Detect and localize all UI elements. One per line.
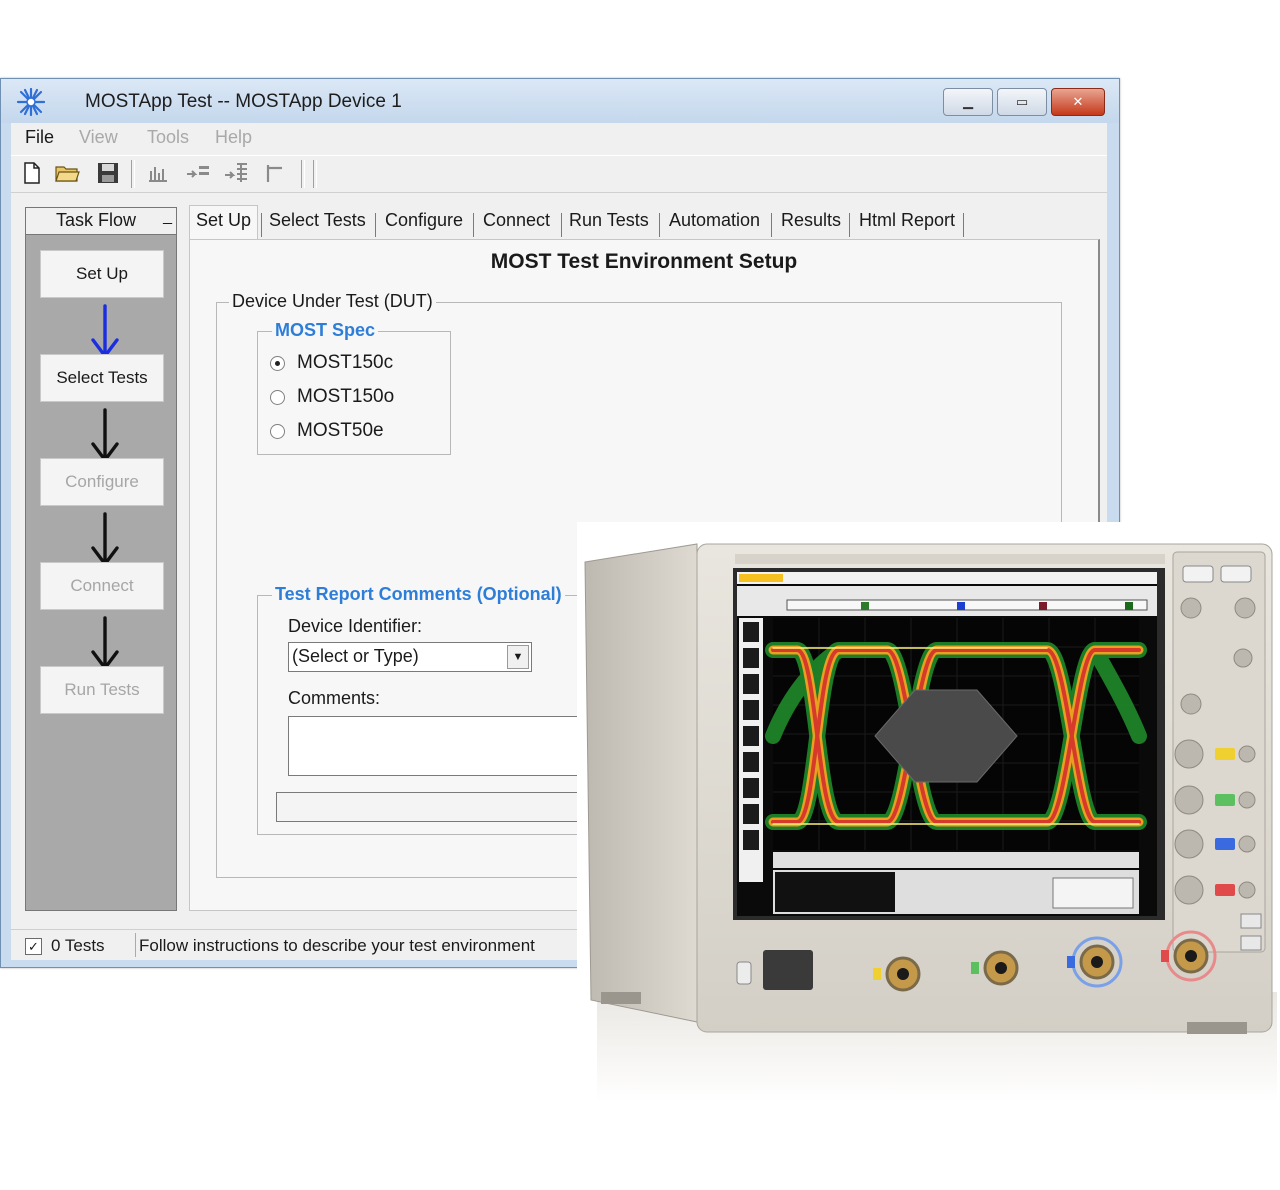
- menu-tools[interactable]: Tools: [147, 127, 189, 148]
- radio-most150o[interactable]: MOST150o: [270, 386, 394, 408]
- tab-separator: [963, 213, 964, 237]
- marker-icon[interactable]: [263, 160, 289, 186]
- tab-separator: [561, 213, 562, 237]
- taskflow-step-connect[interactable]: Connect: [40, 562, 164, 610]
- tab-separator: [261, 213, 262, 237]
- device-identifier-combo[interactable]: (Select or Type) ▼: [288, 642, 532, 672]
- maximize-button[interactable]: ▭: [997, 88, 1047, 116]
- menu-view[interactable]: View: [79, 127, 118, 148]
- menu-file[interactable]: File: [25, 127, 54, 148]
- tab-set-up[interactable]: Set Up: [189, 205, 259, 242]
- tab-run-tests[interactable]: Run Tests: [569, 210, 649, 240]
- combo-value: (Select or Type): [292, 646, 419, 666]
- taskflow-step-label: Set Up: [76, 264, 128, 283]
- step-list-icon[interactable]: [223, 160, 249, 186]
- status-message: Follow instructions to describe your tes…: [139, 936, 535, 955]
- menu-help[interactable]: Help: [215, 127, 252, 148]
- radio-unselected-icon: [270, 389, 285, 405]
- step-in-icon[interactable]: [185, 160, 211, 186]
- oscilloscope-photo: [577, 522, 1280, 1102]
- pin-icon[interactable]: _: [163, 208, 172, 226]
- close-button[interactable]: ✕: [1051, 88, 1105, 116]
- taskflow-step-label: Run Tests: [64, 680, 140, 699]
- radio-most50e[interactable]: MOST50e: [270, 420, 384, 442]
- menu-bar: File View Tools Help: [11, 123, 1107, 153]
- toolbar-separator: [313, 160, 317, 188]
- window-title: MOSTApp Test -- MOSTApp Device 1: [85, 91, 402, 112]
- taskflow-step-configure[interactable]: Configure: [40, 458, 164, 506]
- checkmark-icon: ✓: [28, 938, 39, 954]
- tab-results[interactable]: Results: [781, 210, 841, 240]
- toolbar-separator: [301, 160, 305, 188]
- chart-icon[interactable]: [145, 160, 171, 186]
- tab-separator: [659, 213, 660, 237]
- radio-label: MOST150c: [297, 352, 394, 373]
- save-icon[interactable]: [95, 160, 121, 186]
- radio-selected-icon: [270, 355, 285, 371]
- taskflow-step-setup[interactable]: Set Up: [40, 250, 164, 298]
- task-flow-title: Task Flow: [56, 210, 137, 230]
- taskflow-step-label: Connect: [70, 576, 134, 595]
- radio-label: MOST50e: [297, 420, 384, 441]
- open-folder-icon[interactable]: [55, 160, 81, 186]
- taskflow-step-label: Configure: [65, 472, 139, 491]
- device-identifier-label: Device Identifier:: [288, 616, 423, 636]
- comments-label: Comments:: [288, 688, 381, 708]
- agilent-spark-icon: [16, 87, 46, 117]
- status-separator: [135, 933, 136, 957]
- most-spec-group: MOST Spec MOST150c MOST150o MOST50e: [257, 320, 451, 455]
- task-flow-panel: Task Flow _ Set Up Select Tests Configur…: [25, 207, 177, 911]
- most-spec-title: MOST Spec: [272, 320, 379, 341]
- toolbar: [11, 155, 1107, 193]
- minimize-icon: ▁: [963, 94, 973, 109]
- tests-checkbox[interactable]: ✓: [25, 938, 42, 955]
- new-file-icon[interactable]: [19, 160, 45, 186]
- tab-html-report[interactable]: Html Report: [859, 210, 955, 240]
- taskflow-step-label: Select Tests: [56, 368, 148, 387]
- chevron-down-icon[interactable]: ▼: [507, 645, 529, 669]
- tab-configure[interactable]: Configure: [385, 210, 463, 240]
- tab-separator: [375, 213, 376, 237]
- page-title: MOST Test Environment Setup: [490, 250, 798, 273]
- taskflow-step-run-tests[interactable]: Run Tests: [40, 666, 164, 714]
- radio-most150c[interactable]: MOST150c: [270, 352, 393, 374]
- task-flow-header: Task Flow _: [26, 208, 176, 235]
- radio-label: MOST150o: [297, 386, 395, 407]
- toolbar-separator: [131, 160, 135, 188]
- tab-separator: [771, 213, 772, 237]
- taskflow-step-select-tests[interactable]: Select Tests: [40, 354, 164, 402]
- tab-separator: [473, 213, 474, 237]
- tab-automation[interactable]: Automation: [669, 210, 760, 240]
- radio-unselected-icon: [270, 423, 285, 439]
- oscilloscope-image: [584, 543, 1277, 1102]
- title-bar[interactable]: MOSTApp Test -- MOSTApp Device 1 ▁ ▭ ✕: [1, 79, 1119, 123]
- test-count: 0 Tests: [51, 936, 105, 955]
- minimize-button[interactable]: ▁: [943, 88, 993, 116]
- maximize-icon: ▭: [1015, 94, 1029, 109]
- report-comments-title: Test Report Comments (Optional): [272, 584, 565, 605]
- dut-group-title: Device Under Test (DUT): [229, 291, 436, 312]
- tab-connect[interactable]: Connect: [483, 210, 550, 240]
- tab-select-tests[interactable]: Select Tests: [269, 210, 366, 240]
- tab-separator: [849, 213, 850, 237]
- close-icon: ✕: [1072, 94, 1084, 109]
